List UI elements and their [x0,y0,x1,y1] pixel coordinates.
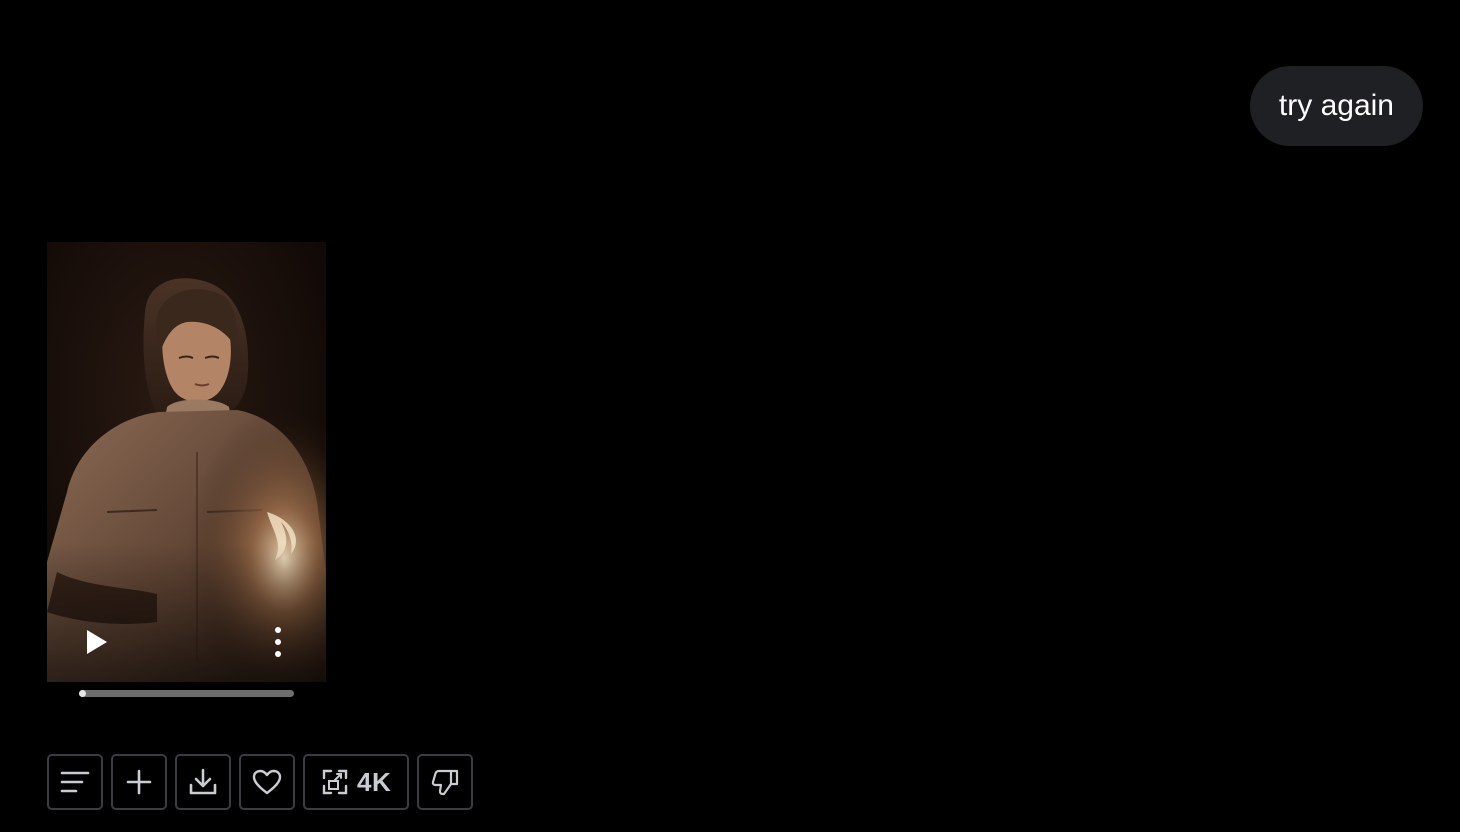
chat-page: try again 4K [0,0,1460,832]
play-button[interactable] [84,628,110,656]
more-vertical-icon [275,627,281,657]
video-more-options-button[interactable] [268,626,288,660]
dislike-button[interactable] [417,754,474,810]
thumbs-down-icon [432,769,459,796]
video-player[interactable] [47,242,326,682]
favorite-button[interactable] [239,754,295,810]
details-button[interactable] [47,754,103,810]
align-left-icon [60,771,90,793]
progress-handle[interactable] [79,690,86,697]
plus-icon [126,769,152,795]
play-icon [87,630,107,654]
download-button[interactable] [175,754,231,810]
video-controls-gradient [47,542,326,682]
download-icon [189,768,217,795]
heart-icon [252,769,282,795]
user-message-text: try again [1278,89,1394,122]
add-button[interactable] [111,754,167,810]
video-progress-bar[interactable] [79,690,294,697]
video-action-toolbar: 4K [47,754,474,810]
upscale-4k-label: 4K [357,766,392,797]
upscale-icon [322,769,348,795]
user-message-bubble: try again [1249,66,1423,146]
upscale-4k-button[interactable]: 4K [303,754,410,810]
